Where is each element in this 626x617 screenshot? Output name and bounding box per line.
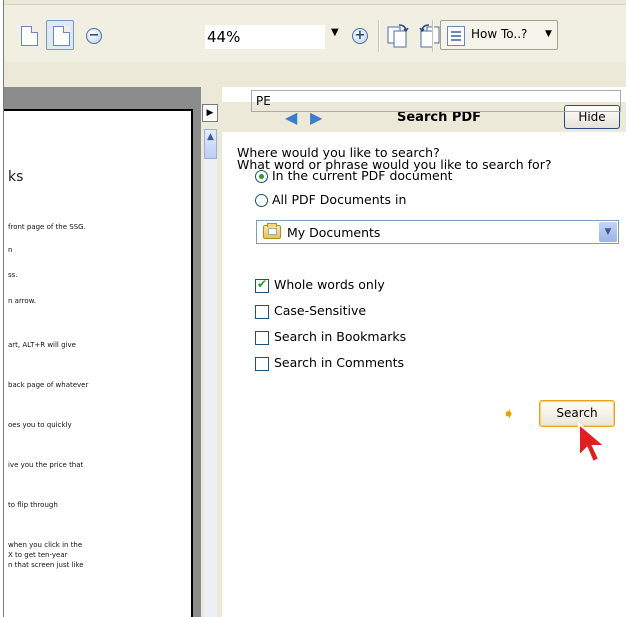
document-line: oes you to quickly <box>8 421 72 429</box>
document-line: n <box>8 246 13 254</box>
toolbar-top-edge <box>4 0 626 5</box>
checkbox-case-sensitive[interactable] <box>255 305 269 319</box>
radio-all-docs[interactable] <box>255 194 268 207</box>
document-line: n that screen just like <box>8 561 84 569</box>
radio-current-doc[interactable] <box>255 170 268 183</box>
scrollbar[interactable]: ▲ <box>204 129 217 617</box>
toolbar-separator <box>378 20 380 52</box>
rotate-clockwise-button[interactable] <box>384 20 412 50</box>
document-line: X to get ten-year <box>8 551 68 559</box>
search-panel: ◀ ▶ Search PDF Hide What word or phrase … <box>222 87 626 617</box>
single-page-icon <box>21 26 38 46</box>
checkbox-bookmarks[interactable] <box>255 331 269 345</box>
checkbox-label: Search in Bookmarks <box>274 329 407 344</box>
zoom-out-icon[interactable]: − <box>86 28 102 44</box>
zoom-input[interactable]: 44% <box>204 24 326 50</box>
document-line: art, ALT+R will give <box>8 341 76 349</box>
toolbar: − 44% ▼ + How To..? ▼ <box>4 0 626 62</box>
how-to-dropdown-icon: ▼ <box>545 29 552 39</box>
zoom-dropdown-icon[interactable]: ▼ <box>331 27 339 38</box>
checkbox-label: Case-Sensitive <box>274 303 367 318</box>
zoom-in-icon[interactable]: + <box>352 28 368 44</box>
document-line: ive you the price that <box>8 461 84 469</box>
collapse-pane-button[interactable]: ▶ <box>202 104 218 122</box>
checkbox-comments[interactable] <box>255 357 269 371</box>
search-query-input[interactable]: PE <box>251 90 621 112</box>
rotate-clockwise-icon <box>387 24 409 48</box>
radio-label: In the current PDF document <box>272 168 453 183</box>
radio-label: All PDF Documents in <box>272 192 407 207</box>
location-select[interactable]: My Documents ▼ <box>256 220 619 244</box>
document-page[interactable]: ks front page of the SSG. n ss. n arrow.… <box>4 109 193 617</box>
search-arrow-icon: ➧ <box>502 404 516 423</box>
document-pane[interactable]: ks front page of the SSG. n ss. n arrow.… <box>4 87 201 617</box>
panel-title: Search PDF <box>397 110 482 125</box>
toolbar-separator <box>432 20 434 52</box>
checkbox-label: Search in Comments <box>274 355 405 370</box>
location-value: My Documents <box>287 225 381 240</box>
search-where-label: Where would you like to search? <box>237 145 440 160</box>
document-heading: ks <box>8 169 24 185</box>
document-line: to flip through <box>8 501 58 509</box>
document-line: when you click in the <box>8 541 83 549</box>
pane-divider: ▶ ▲ <box>201 87 222 617</box>
folder-icon <box>263 223 281 239</box>
single-page-button[interactable] <box>14 20 42 50</box>
acrobat-window: − 44% ▼ + How To..? ▼ ks front page of t… <box>3 0 626 617</box>
how-to-label: How To..? <box>471 27 528 41</box>
dropdown-arrow-icon[interactable]: ▼ <box>599 222 617 242</box>
how-to-icon <box>447 26 465 46</box>
scroll-up-icon[interactable]: ▲ <box>204 129 217 159</box>
document-line: front page of the SSG. <box>8 223 86 231</box>
checkbox-label: Whole words only <box>274 277 385 292</box>
document-line: n arrow. <box>8 297 37 305</box>
mouse-pointer-icon <box>578 422 608 464</box>
document-line: back page of whatever <box>8 381 89 389</box>
document-line: ss. <box>8 271 18 279</box>
fit-page-button[interactable] <box>46 20 74 50</box>
how-to-button[interactable]: How To..? ▼ <box>440 20 558 50</box>
fit-page-icon <box>53 26 70 46</box>
checkbox-whole-words[interactable] <box>255 277 269 293</box>
